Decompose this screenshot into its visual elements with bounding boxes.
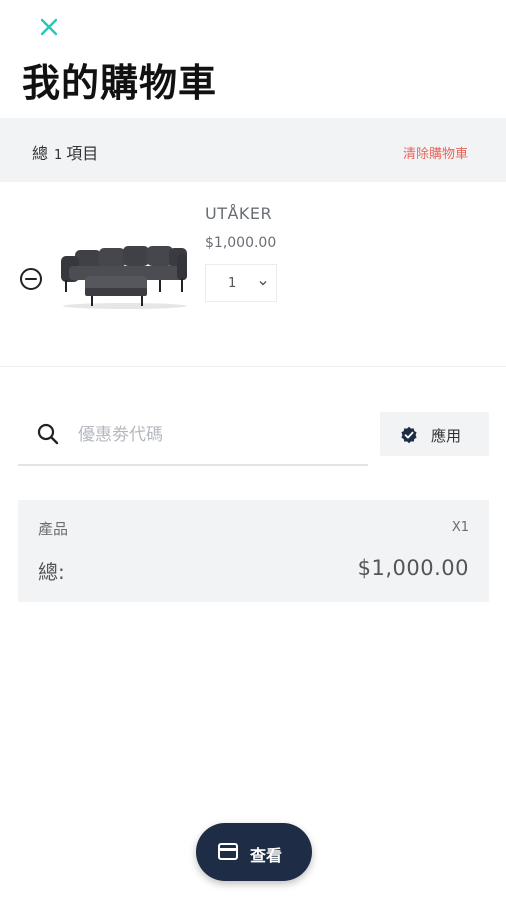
order-totals-panel: 產品 X1 總: $1,000.00 bbox=[18, 500, 489, 602]
remove-item-button[interactable] bbox=[19, 267, 43, 291]
apply-coupon-button[interactable]: 應用 bbox=[380, 412, 489, 456]
cart-summary-bar: 總 1 項目 清除購物車 bbox=[0, 118, 506, 182]
coupon-field bbox=[18, 410, 368, 466]
total-label: 總: bbox=[38, 560, 65, 584]
products-label: 產品 bbox=[38, 520, 69, 538]
quantity-value: 1 bbox=[228, 276, 237, 291]
clear-cart-link[interactable]: 清除購物車 bbox=[403, 143, 468, 162]
product-image bbox=[61, 246, 187, 309]
total-prefix-label: 總 bbox=[32, 144, 49, 163]
total-value: $1,000.00 bbox=[357, 556, 469, 580]
verified-badge-icon bbox=[401, 426, 417, 444]
checkout-button[interactable]: 查看 bbox=[196, 823, 312, 881]
item-count-value: 1 bbox=[54, 148, 63, 163]
close-icon bbox=[40, 18, 58, 36]
items-label: 項目 bbox=[66, 144, 99, 163]
minus-circle-icon bbox=[20, 268, 42, 290]
product-price: $1,000.00 bbox=[205, 235, 277, 251]
search-icon bbox=[37, 423, 59, 445]
checkout-button-label: 查看 bbox=[250, 846, 283, 865]
credit-card-icon bbox=[218, 843, 238, 860]
quantity-select[interactable]: 1 bbox=[205, 264, 277, 302]
coupon-input[interactable] bbox=[76, 420, 360, 450]
item-count-text: 總 1 項目 bbox=[32, 140, 98, 164]
page-title: 我的購物車 bbox=[22, 61, 218, 105]
products-count: X1 bbox=[451, 520, 469, 535]
apply-button-label: 應用 bbox=[431, 427, 462, 445]
close-button[interactable] bbox=[36, 14, 62, 40]
product-name[interactable]: UTÅKER bbox=[205, 204, 272, 223]
chevron-down-icon bbox=[259, 281, 267, 286]
